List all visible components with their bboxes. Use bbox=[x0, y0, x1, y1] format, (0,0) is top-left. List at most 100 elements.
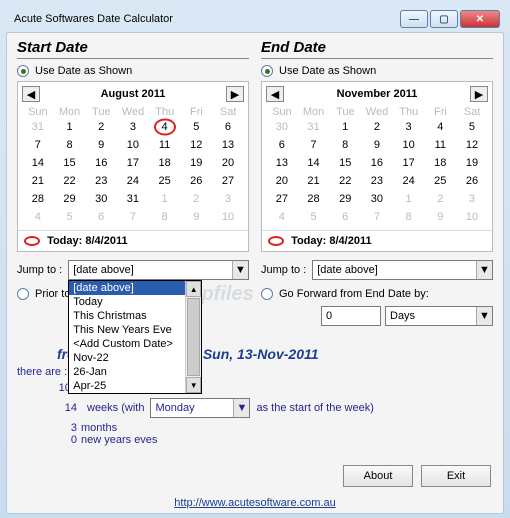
dropdown-item[interactable]: 26-Jan bbox=[69, 365, 185, 379]
calendar-day[interactable]: 5 bbox=[298, 208, 330, 226]
calendar-day[interactable]: 1 bbox=[54, 118, 86, 136]
calendar-day[interactable]: 27 bbox=[266, 190, 298, 208]
calendar-day[interactable]: 24 bbox=[117, 172, 149, 190]
calendar-day[interactable]: 2 bbox=[85, 118, 117, 136]
calendar-day[interactable]: 3 bbox=[117, 118, 149, 136]
calendar-day[interactable]: 28 bbox=[298, 190, 330, 208]
dropdown-scrollbar[interactable]: ▲ ▼ bbox=[185, 281, 201, 393]
calendar-day[interactable]: 14 bbox=[298, 154, 330, 172]
calendar-day[interactable]: 9 bbox=[361, 136, 393, 154]
dropdown-item[interactable]: Nov-22 bbox=[69, 351, 185, 365]
forward-value-input[interactable] bbox=[321, 306, 381, 326]
dropdown-item[interactable]: Apr-25 bbox=[69, 379, 185, 393]
prev-month-button[interactable]: ◀ bbox=[22, 86, 40, 102]
homepage-link[interactable]: http://www.acutesoftware.com.au bbox=[174, 497, 335, 509]
end-forward-radio[interactable] bbox=[261, 288, 273, 300]
calendar-day[interactable]: 29 bbox=[329, 190, 361, 208]
calendar-day[interactable]: 22 bbox=[329, 172, 361, 190]
prev-month-button[interactable]: ◀ bbox=[266, 86, 284, 102]
dropdown-item[interactable]: This Christmas bbox=[69, 309, 185, 323]
end-today-row[interactable]: Today: 8/4/2011 bbox=[262, 230, 492, 251]
calendar-day[interactable]: 31 bbox=[117, 190, 149, 208]
calendar-day[interactable]: 20 bbox=[266, 172, 298, 190]
calendar-day[interactable]: 6 bbox=[266, 136, 298, 154]
calendar-day[interactable]: 12 bbox=[180, 136, 212, 154]
calendar-day[interactable]: 25 bbox=[149, 172, 181, 190]
calendar-day[interactable]: 22 bbox=[54, 172, 86, 190]
calendar-day[interactable]: 6 bbox=[85, 208, 117, 226]
next-month-button[interactable]: ▶ bbox=[470, 86, 488, 102]
calendar-day[interactable]: 17 bbox=[117, 154, 149, 172]
start-month-label[interactable]: August 2011 bbox=[40, 88, 226, 100]
scroll-down-icon[interactable]: ▼ bbox=[186, 377, 201, 393]
calendar-day[interactable]: 15 bbox=[54, 154, 86, 172]
close-button[interactable]: ✕ bbox=[460, 10, 500, 28]
calendar-day[interactable]: 2 bbox=[424, 190, 456, 208]
calendar-day[interactable]: 4 bbox=[424, 118, 456, 136]
dropdown-item[interactable]: [date above] bbox=[69, 281, 185, 295]
calendar-day[interactable]: 19 bbox=[180, 154, 212, 172]
maximize-button[interactable]: ▢ bbox=[430, 10, 458, 28]
start-prior-radio[interactable] bbox=[17, 288, 29, 300]
minimize-button[interactable]: — bbox=[400, 10, 428, 28]
calendar-day[interactable]: 18 bbox=[149, 154, 181, 172]
calendar-day[interactable]: 10 bbox=[117, 136, 149, 154]
calendar-day[interactable]: 8 bbox=[329, 136, 361, 154]
calendar-day[interactable]: 23 bbox=[361, 172, 393, 190]
calendar-day[interactable]: 9 bbox=[424, 208, 456, 226]
calendar-day[interactable]: 25 bbox=[424, 172, 456, 190]
about-button[interactable]: About bbox=[343, 465, 413, 487]
calendar-day[interactable]: 31 bbox=[22, 118, 54, 136]
calendar-day[interactable]: 3 bbox=[212, 190, 244, 208]
calendar-day[interactable]: 19 bbox=[456, 154, 488, 172]
calendar-day[interactable]: 11 bbox=[149, 136, 181, 154]
calendar-day[interactable]: 1 bbox=[329, 118, 361, 136]
calendar-day[interactable]: 8 bbox=[149, 208, 181, 226]
calendar-day[interactable]: 9 bbox=[180, 208, 212, 226]
calendar-day[interactable]: 6 bbox=[212, 118, 244, 136]
calendar-day[interactable]: 30 bbox=[85, 190, 117, 208]
calendar-day[interactable]: 5 bbox=[456, 118, 488, 136]
calendar-day[interactable]: 21 bbox=[22, 172, 54, 190]
calendar-day[interactable]: 6 bbox=[329, 208, 361, 226]
end-month-label[interactable]: November 2011 bbox=[284, 88, 470, 100]
calendar-day[interactable]: 5 bbox=[180, 118, 212, 136]
calendar-day[interactable]: 16 bbox=[85, 154, 117, 172]
calendar-day[interactable]: 10 bbox=[212, 208, 244, 226]
calendar-day[interactable]: 21 bbox=[298, 172, 330, 190]
calendar-day[interactable]: 10 bbox=[456, 208, 488, 226]
scroll-up-icon[interactable]: ▲ bbox=[186, 281, 201, 297]
scroll-thumb[interactable] bbox=[187, 298, 200, 376]
calendar-day[interactable]: 29 bbox=[54, 190, 86, 208]
dropdown-item[interactable]: Today bbox=[69, 295, 185, 309]
exit-button[interactable]: Exit bbox=[421, 465, 491, 487]
calendar-day[interactable]: 24 bbox=[393, 172, 425, 190]
calendar-day[interactable]: 13 bbox=[266, 154, 298, 172]
calendar-day[interactable]: 23 bbox=[85, 172, 117, 190]
calendar-day[interactable]: 12 bbox=[456, 136, 488, 154]
calendar-day[interactable]: 15 bbox=[329, 154, 361, 172]
dropdown-item[interactable]: <Add Custom Date> bbox=[69, 337, 185, 351]
start-today-row[interactable]: Today: 8/4/2011 bbox=[18, 230, 248, 251]
calendar-day[interactable]: 13 bbox=[212, 136, 244, 154]
forward-unit-combo[interactable]: Days ▼ bbox=[385, 306, 493, 326]
calendar-day[interactable]: 11 bbox=[424, 136, 456, 154]
calendar-day[interactable]: 5 bbox=[54, 208, 86, 226]
dropdown-item[interactable]: This New Years Eve bbox=[69, 323, 185, 337]
calendar-day[interactable]: 1 bbox=[149, 190, 181, 208]
calendar-day[interactable]: 7 bbox=[22, 136, 54, 154]
calendar-day[interactable]: 30 bbox=[266, 118, 298, 136]
calendar-day[interactable]: 8 bbox=[393, 208, 425, 226]
calendar-day[interactable]: 14 bbox=[22, 154, 54, 172]
week-start-combo[interactable]: Monday ▼ bbox=[150, 398, 250, 418]
calendar-day[interactable]: 18 bbox=[424, 154, 456, 172]
calendar-day[interactable]: 7 bbox=[117, 208, 149, 226]
calendar-day[interactable]: 8 bbox=[54, 136, 86, 154]
calendar-day[interactable]: 4 bbox=[22, 208, 54, 226]
calendar-day[interactable]: 30 bbox=[361, 190, 393, 208]
next-month-button[interactable]: ▶ bbox=[226, 86, 244, 102]
calendar-day[interactable]: 3 bbox=[456, 190, 488, 208]
calendar-day[interactable]: 16 bbox=[361, 154, 393, 172]
calendar-day[interactable]: 28 bbox=[22, 190, 54, 208]
calendar-day[interactable]: 26 bbox=[456, 172, 488, 190]
